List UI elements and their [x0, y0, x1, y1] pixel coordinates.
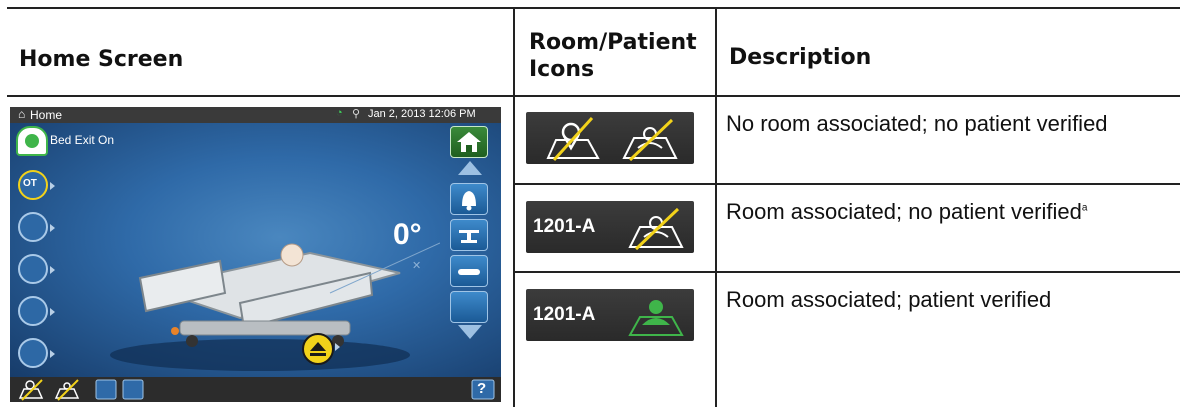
scale-icon[interactable] [450, 219, 488, 251]
home-small-icon: ⌂ [18, 107, 26, 121]
bed-motion-icon[interactable] [450, 291, 488, 323]
wifi-icon: ◔ [336, 107, 343, 119]
surface-glyph [458, 269, 480, 275]
angle-arrow-icon [50, 266, 55, 274]
turn-arrow-icon [50, 308, 55, 316]
bed-illustration [110, 242, 440, 371]
home-title: Home [30, 108, 63, 122]
surface-therapy-icon[interactable] [450, 255, 488, 287]
row1-description-text: No room associated; no patient verified [726, 111, 1108, 136]
position-arrow-icon [50, 224, 55, 232]
home-icon[interactable] [450, 126, 488, 158]
bed-angle-icon[interactable] [18, 254, 48, 284]
raise-lower-button[interactable] [302, 333, 334, 365]
scroll-down-icon[interactable] [458, 325, 482, 339]
col-divider-2 [715, 7, 717, 407]
raise-lower-arrow-icon [335, 343, 340, 351]
row2-footnote: a [1081, 202, 1088, 214]
room-status-icon[interactable] [18, 379, 44, 401]
header-divider [7, 95, 1180, 97]
patient-verified-icon [628, 300, 684, 336]
row2-icon-chip: 1201-A [526, 201, 694, 253]
datetime: Jan 2, 2013 12:06 PM [368, 108, 476, 120]
header-icons-line2: Icons [529, 57, 595, 82]
no-room-icon [546, 116, 600, 162]
row1-icons-svg [546, 116, 678, 162]
scale-glyph [459, 230, 479, 243]
home-glyph [457, 132, 481, 152]
row2-description: Room associated; no patient verifieda [726, 199, 1087, 225]
patient-position-icon[interactable] [18, 212, 48, 242]
row3-icons-svg [628, 300, 684, 336]
header-icons-line1: Room/Patient [529, 30, 697, 55]
patient-status-icon[interactable] [54, 379, 80, 401]
help-label: ? [477, 380, 487, 397]
header-icons: Room/Patient Icons [529, 29, 697, 83]
bottom-bar: ? [10, 377, 501, 402]
header-home-screen: Home Screen [19, 47, 184, 72]
row1-divider [513, 183, 1180, 185]
row2-description-text: Room associated; no patient verified [726, 199, 1082, 224]
home-screen-image: ⌂ Home ◔ ⚲ Jan 2, 2013 12:06 PM Bed Exit… [10, 107, 501, 402]
no-patient-icon [628, 207, 684, 251]
row3-icon-chip: 1201-A [526, 289, 694, 341]
bed-exit-indicator[interactable] [16, 126, 48, 156]
bell-glyph [462, 191, 476, 211]
row3-description: Room associated; patient verified [726, 287, 1051, 313]
row1-description: No room associated; no patient verified [726, 111, 1108, 137]
bed-exit-icon [25, 134, 39, 148]
bed-exit-label: Bed Exit On [50, 133, 115, 147]
row2-divider [513, 271, 1180, 273]
ot-icon[interactable]: OT [18, 170, 48, 200]
eject-icon [310, 342, 326, 356]
usb-icon: ⚲ [352, 108, 361, 120]
row3-description-text: Room associated; patient verified [726, 287, 1052, 312]
main-display: Bed Exit On OT 0° ✕ [10, 123, 501, 377]
col-divider-1 [513, 7, 515, 407]
surface-arrow-icon [50, 350, 55, 358]
header-description: Description [729, 45, 872, 70]
lockout-icon[interactable] [95, 379, 117, 400]
no-patient-icon [622, 118, 678, 162]
surface-icon[interactable] [18, 338, 48, 368]
alarm-bell-icon[interactable] [450, 183, 488, 215]
row2-icons-svg [628, 207, 684, 251]
status-bar: ⌂ Home ◔ ⚲ Jan 2, 2013 12:06 PM [10, 107, 501, 123]
lock-icon[interactable] [122, 379, 144, 400]
ot-arrow-icon [50, 182, 55, 190]
scroll-up-icon[interactable] [458, 161, 482, 175]
turn-assist-icon[interactable] [18, 296, 48, 326]
ot-label: OT [23, 178, 37, 189]
row1-icon-chip [526, 112, 694, 164]
bottom-icons-svg [18, 379, 495, 401]
table-top-border [7, 7, 1180, 9]
